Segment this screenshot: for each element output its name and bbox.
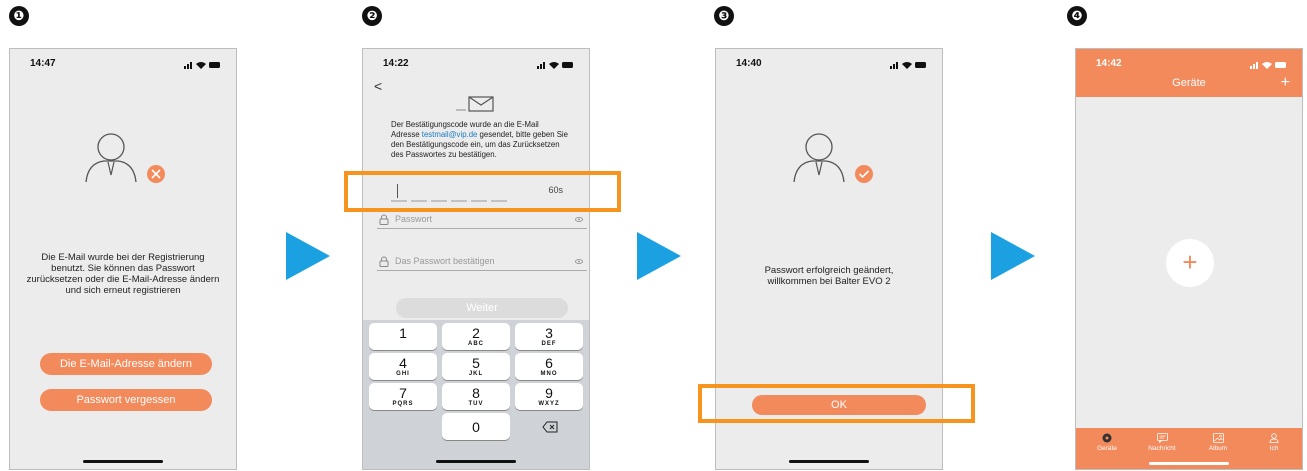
user-success-icon: [793, 133, 873, 183]
home-indicator: [789, 460, 869, 463]
step-number-3: ❸: [714, 6, 734, 26]
tab-label-messages: Nachricht: [1148, 445, 1176, 452]
verification-message: Der Bestätigungscode wurde an die E-Mail…: [391, 120, 569, 160]
status-time: 14:47: [30, 58, 56, 69]
next-arrow-3: [991, 232, 1035, 280]
password-field[interactable]: Passwort: [377, 212, 587, 229]
status-icons: [537, 62, 573, 69]
add-device-plus: +: [1182, 247, 1198, 277]
status-icons: [1250, 62, 1286, 69]
key-0[interactable]: 0: [442, 413, 510, 440]
mail-icon: [456, 96, 494, 112]
password-placeholder: Passwort: [395, 214, 433, 224]
status-time: 14:40: [736, 58, 762, 69]
status-bar: 14:42: [1096, 58, 1288, 72]
status-bar: 14:40: [736, 58, 928, 72]
status-bar: 14:47: [30, 58, 222, 72]
phone-screen-devices: 14:42 Geräte + + Geräte Nachricht Album …: [1075, 48, 1303, 470]
user-icon: [1269, 433, 1279, 443]
key-7[interactable]: 7 PQRS: [369, 383, 437, 410]
next-arrow-1: [286, 232, 330, 280]
tab-label-profile: Ich: [1269, 445, 1279, 452]
status-icons: [184, 62, 220, 69]
devices-icon: [1102, 433, 1112, 443]
status-icons: [890, 62, 926, 69]
add-device-button[interactable]: +: [1166, 239, 1214, 287]
header-bar: 14:42 Geräte +: [1076, 49, 1302, 97]
add-device-header-button[interactable]: +: [1281, 74, 1290, 92]
tab-label-album: Album: [1208, 445, 1228, 452]
home-indicator: [1149, 462, 1229, 465]
eye-icon[interactable]: [575, 217, 583, 222]
user-error-icon: [85, 133, 165, 183]
key-2[interactable]: 2 ABC: [442, 323, 510, 350]
confirm-password-field[interactable]: Das Passwort bestätigen: [377, 254, 587, 271]
step-number-4: ❹: [1067, 6, 1087, 26]
email-used-message: Die E-Mail wurde bei der Registrierung b…: [26, 252, 220, 296]
change-email-button[interactable]: Die E-Mail-Adresse ändern: [40, 353, 212, 375]
backspace-icon[interactable]: [542, 421, 558, 433]
step-number-1: ❶: [9, 6, 29, 26]
album-icon: [1212, 433, 1224, 443]
back-button[interactable]: <: [374, 78, 382, 94]
eye-icon[interactable]: [575, 259, 583, 264]
step-number-2: ❷: [362, 6, 382, 26]
tab-profile[interactable]: Ich: [1254, 433, 1294, 452]
key-9[interactable]: 9 WXYZ: [515, 383, 583, 410]
confirm-password-placeholder: Das Passwort bestätigen: [395, 256, 495, 266]
home-indicator: [83, 460, 163, 463]
tab-messages[interactable]: Nachricht: [1142, 433, 1182, 452]
next-arrow-2: [637, 232, 681, 280]
ok-button-highlight: [698, 384, 975, 423]
page-title: Geräte: [1172, 77, 1206, 89]
tab-label-devices: Geräte: [1097, 445, 1117, 452]
success-message: Passwort erfolgreich geändert, willkomme…: [764, 265, 894, 287]
tab-devices[interactable]: Geräte: [1087, 433, 1127, 452]
tab-album[interactable]: Album: [1198, 433, 1238, 452]
phone-screen-verification: 14:22 < Der Bestätigungscode wurde an di…: [362, 48, 590, 470]
code-input-highlight: [344, 171, 621, 212]
lock-icon: [379, 214, 389, 225]
key-8[interactable]: 8 TUV: [442, 383, 510, 410]
status-bar: 14:22: [383, 58, 575, 72]
key-5[interactable]: 5 JKL: [442, 353, 510, 380]
lock-icon: [379, 256, 389, 267]
phone-screen-email-used: 14:47 Die E-Mail wurde bei der Registrie…: [9, 48, 237, 470]
home-indicator: [436, 460, 516, 463]
status-time: 14:42: [1096, 58, 1122, 69]
continue-button[interactable]: Weiter: [396, 298, 568, 318]
message-icon: [1156, 433, 1168, 444]
key-4[interactable]: 4 GHI: [369, 353, 437, 380]
key-6[interactable]: 6 MNO: [515, 353, 583, 380]
key-3[interactable]: 3 DEF: [515, 323, 583, 350]
status-time: 14:22: [383, 58, 409, 69]
forgot-password-button[interactable]: Passwort vergessen: [40, 389, 212, 411]
email-address: testmail@vip.de: [421, 130, 478, 139]
key-1[interactable]: 1: [369, 323, 437, 350]
numeric-keypad: 1 2 ABC 3 DEF 4 GHI 5 JKL 6 MNO 7 PQRS 8 TUV 9W…: [363, 320, 589, 469]
